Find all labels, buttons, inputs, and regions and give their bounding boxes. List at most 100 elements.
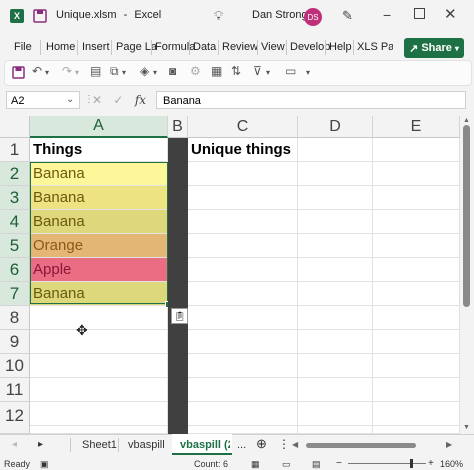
row-header[interactable]: 6 [0, 258, 30, 282]
gear-icon[interactable]: ⚙ [190, 64, 201, 78]
row-header[interactable]: 11 [0, 378, 30, 402]
customize-toolbar-icon[interactable]: ▾ [306, 68, 310, 77]
tab-xls-pad[interactable]: XLS Pad [357, 41, 393, 53]
sheet-tab-sheet1[interactable]: Sheet1 [82, 439, 117, 451]
row-header[interactable]: 1 [0, 138, 30, 162]
tab-file[interactable]: File [14, 41, 32, 53]
minimize-icon[interactable]: − [383, 7, 391, 23]
sort-icon[interactable]: ⇅ [231, 64, 241, 78]
page-layout-icon[interactable]: ▭ [282, 459, 291, 470]
maximize-icon[interactable] [414, 8, 425, 19]
cell-a7[interactable]: Banana [30, 282, 168, 306]
tab-review[interactable]: Review [222, 41, 258, 53]
format-painter-icon[interactable]: ▤ [90, 64, 101, 78]
avatar[interactable]: DS [304, 8, 322, 26]
undo-icon[interactable]: ↶ [32, 64, 42, 78]
tab-divider [118, 438, 119, 452]
chevron-down-icon[interactable]: ▾ [266, 68, 270, 77]
tab-home[interactable]: Home [46, 41, 75, 53]
chevron-down-icon[interactable]: ▾ [45, 68, 49, 77]
scroll-down-icon[interactable]: ▼ [463, 424, 470, 431]
fill-color-icon[interactable]: ◈ [140, 64, 149, 78]
cell-a5[interactable]: Orange [30, 234, 168, 258]
zoom-level[interactable]: 160% [440, 459, 463, 469]
scroll-right-icon[interactable]: ▸ [38, 439, 43, 450]
row-header[interactable]: 4 [0, 210, 30, 234]
chevron-down-icon[interactable]: ▾ [153, 68, 157, 77]
cancel-icon[interactable]: ✕ [92, 93, 102, 107]
document-icon[interactable]: ▭ [285, 64, 296, 78]
cell-c1[interactable]: Unique things [188, 138, 298, 162]
ribbon-divider [286, 40, 287, 55]
zoom-in-icon[interactable]: + [428, 458, 434, 469]
table-icon[interactable]: ▦ [211, 64, 222, 78]
add-sheet-icon[interactable]: ⊕ [256, 436, 267, 452]
pen-icon[interactable]: ✎ [342, 8, 353, 24]
sheet-tab-vbaspill[interactable]: vbaspill [128, 439, 165, 451]
camera-icon[interactable]: ◙ [169, 64, 176, 78]
row-header[interactable]: 9 [0, 330, 30, 354]
zoom-slider-thumb[interactable] [410, 459, 413, 468]
scroll-right-icon[interactable]: ▶ [446, 440, 452, 449]
normal-view-icon[interactable]: ▦ [251, 459, 260, 470]
tab-help[interactable]: Help [329, 41, 352, 53]
confirm-icon[interactable]: ✓ [113, 93, 123, 107]
empty-cells[interactable] [188, 306, 298, 434]
accessibility-icon[interactable]: ▣ [40, 459, 49, 470]
share-button[interactable]: ↗ Share ▾ [404, 38, 464, 58]
redo-icon[interactable]: ↷ [62, 64, 72, 78]
chevron-down-icon[interactable]: ⌄ [66, 91, 74, 109]
scroll-left-icon[interactable]: ◀ [292, 440, 298, 449]
autosave-file-icon[interactable] [33, 9, 47, 28]
filter-icon[interactable]: ⊽ [253, 64, 262, 78]
row-header[interactable]: 3 [0, 186, 30, 210]
empty-cells[interactable] [188, 162, 298, 306]
select-all-corner[interactable] [0, 116, 30, 138]
empty-cells[interactable] [298, 138, 373, 434]
fx-icon[interactable]: fx [135, 93, 146, 107]
formula-input[interactable]: Banana [156, 91, 466, 109]
empty-cells[interactable] [30, 306, 168, 434]
column-header-a[interactable]: A [30, 116, 168, 138]
column-header-d[interactable]: D [298, 116, 373, 138]
window-title: Unique.xlsm - Excel [56, 9, 161, 21]
cell-a4[interactable]: Banana [30, 210, 168, 234]
cell-a6[interactable]: Apple [30, 258, 168, 282]
cell-a2[interactable]: Banana [30, 162, 168, 186]
save-icon[interactable] [12, 66, 25, 84]
row-header[interactable]: 8 [0, 306, 30, 330]
row-header[interactable]: 7 [0, 282, 30, 306]
cell-a1[interactable]: Things [30, 138, 168, 162]
vertical-scroll-thumb[interactable] [463, 125, 470, 307]
page-break-icon[interactable]: ▤ [312, 459, 321, 470]
tab-view[interactable]: View [261, 41, 285, 53]
chevron-down-icon[interactable]: ▾ [75, 68, 79, 77]
column-header-c[interactable]: C [188, 116, 298, 138]
tab-data[interactable]: Data [193, 41, 216, 53]
row-header[interactable]: 12 [0, 402, 30, 434]
row-header[interactable]: 5 [0, 234, 30, 258]
title-separator: - [123, 9, 128, 21]
more-sheets[interactable]: ... [237, 439, 246, 451]
cell-a3[interactable]: Banana [30, 186, 168, 210]
sheet-tab-vbaspill-2[interactable]: vbaspill (2 [180, 439, 230, 451]
zoom-out-icon[interactable]: − [336, 458, 342, 469]
copy-icon[interactable]: ⧉ [110, 64, 119, 79]
scroll-left-icon[interactable]: ◂ [12, 439, 17, 450]
horizontal-scroll-thumb[interactable] [306, 443, 416, 448]
close-icon[interactable]: ✕ [444, 5, 457, 23]
empty-cells[interactable] [373, 138, 460, 434]
row-header[interactable]: 2 [0, 162, 30, 186]
status-count[interactable]: Count: 6 [194, 459, 228, 469]
paste-options-icon[interactable]: 📋︎ [171, 308, 188, 324]
share-label: Share [421, 42, 452, 54]
scroll-up-icon[interactable]: ▲ [463, 117, 470, 124]
column-header-e[interactable]: E [373, 116, 460, 138]
zoom-slider[interactable] [348, 463, 426, 464]
column-header-b[interactable]: B [168, 116, 188, 138]
tab-insert[interactable]: Insert [82, 41, 110, 53]
row-header[interactable]: 10 [0, 354, 30, 378]
tab-divider [70, 438, 71, 452]
chevron-down-icon[interactable]: ▾ [122, 68, 126, 77]
lightbulb-icon[interactable]: 💡︎ [214, 8, 223, 24]
